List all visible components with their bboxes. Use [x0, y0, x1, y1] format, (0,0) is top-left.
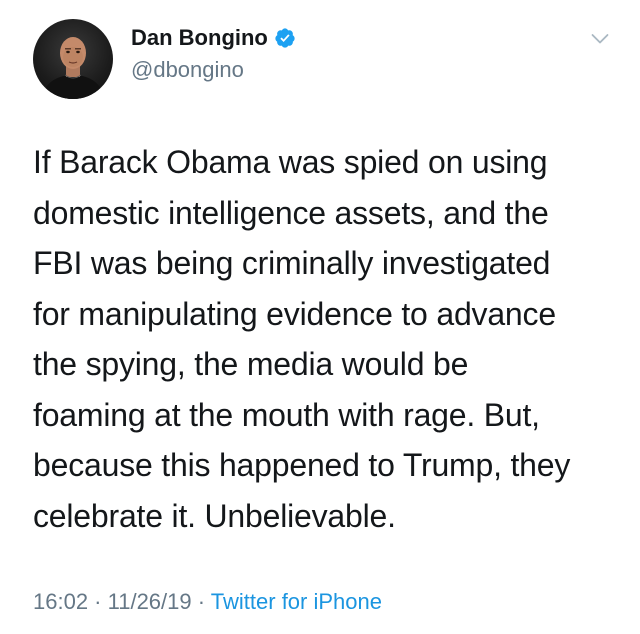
- display-name-text: Dan Bongino: [131, 25, 268, 50]
- meta-separator: ·: [88, 589, 108, 614]
- tweet-time: 16:02: [33, 589, 89, 614]
- tweet-text: If Barack Obama was spied on using domes…: [33, 144, 571, 534]
- tweet-meta: 16:02 · 11/26/19 · Twitter for iPhone: [33, 589, 382, 615]
- display-name[interactable]: Dan Bongino: [131, 25, 296, 51]
- meta-separator: ·: [191, 589, 211, 614]
- tweet-source-link[interactable]: Twitter for iPhone: [211, 589, 382, 614]
- verified-badge-icon: [275, 28, 295, 48]
- chevron-down-icon[interactable]: [591, 33, 609, 45]
- avatar[interactable]: [33, 19, 113, 99]
- user-handle[interactable]: @dbongino: [131, 57, 244, 83]
- profile-photo: [41, 37, 105, 99]
- tweet-date: 11/26/19: [107, 589, 192, 614]
